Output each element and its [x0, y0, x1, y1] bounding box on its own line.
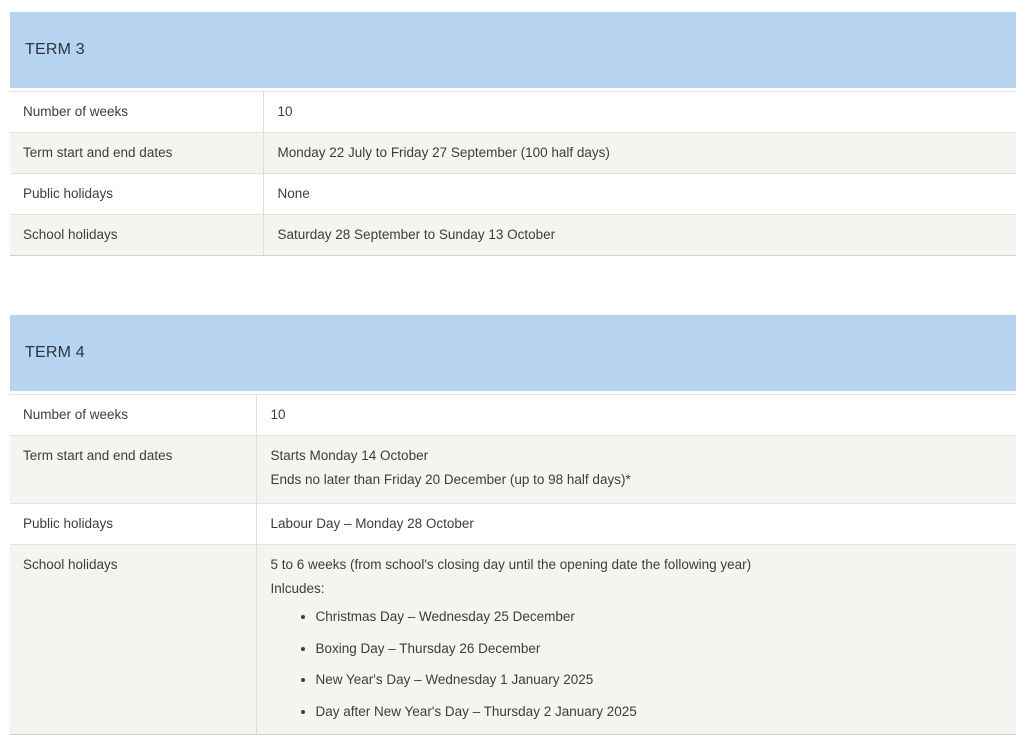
- table-row: Term start and end dates Monday 22 July …: [10, 132, 1016, 174]
- term4-title: TERM 4: [10, 315, 1016, 391]
- table-row: Public holidays Labour Day – Monday 28 O…: [10, 503, 1016, 545]
- term4-dates-value: Starts Monday 14 October Ends no later t…: [256, 435, 1016, 504]
- term3-title: TERM 3: [10, 12, 1016, 88]
- term4-includes-label: Inlcudes:: [270, 581, 325, 596]
- table-row: Term start and end dates Starts Monday 1…: [10, 435, 1016, 504]
- term3-school-holidays-label: School holidays: [10, 214, 264, 256]
- term4-end-date: Ends no later than Friday 20 December (u…: [270, 472, 631, 487]
- table-row: Number of weeks 10: [10, 91, 1016, 133]
- term3-dates-label: Term start and end dates: [10, 132, 264, 174]
- term4-header-row: TERM 4: [10, 315, 1016, 391]
- table-row: School holidays 5 to 6 weeks (from schoo…: [10, 544, 1016, 735]
- table-row: Public holidays None: [10, 173, 1016, 215]
- term3-public-holidays-value: None: [263, 173, 1016, 215]
- term3-school-holidays-value: Saturday 28 September to Sunday 13 Octob…: [263, 214, 1016, 256]
- table-row: School holidays Saturday 28 September to…: [10, 214, 1016, 256]
- list-item: Boxing Day – Thursday 26 December: [316, 637, 1005, 661]
- term4-weeks-label: Number of weeks: [10, 394, 257, 436]
- term3-table: TERM 3 Number of weeks 10 Term start and…: [10, 12, 1016, 256]
- term3-header-row: TERM 3: [10, 12, 1016, 88]
- term4-table: TERM 4 Number of weeks 10 Term start and…: [10, 315, 1016, 735]
- term4-school-holidays-label: School holidays: [10, 544, 257, 735]
- term4-school-holidays-value: 5 to 6 weeks (from school's closing day …: [256, 544, 1016, 735]
- term3-dates-value: Monday 22 July to Friday 27 September (1…: [263, 132, 1016, 174]
- term3-public-holidays-label: Public holidays: [10, 173, 264, 215]
- term4-weeks-value: 10: [256, 394, 1016, 436]
- term4-public-holidays-label: Public holidays: [10, 503, 257, 545]
- term4-holiday-duration: 5 to 6 weeks (from school's closing day …: [270, 557, 752, 572]
- list-item: Christmas Day – Wednesday 25 December: [316, 605, 1005, 629]
- list-item: New Year's Day – Wednesday 1 January 202…: [316, 668, 1005, 692]
- term3-weeks-value: 10: [263, 91, 1016, 133]
- table-row: Number of weeks 10: [10, 394, 1016, 436]
- term3-weeks-label: Number of weeks: [10, 91, 264, 133]
- term4-start-date: Starts Monday 14 October: [270, 448, 429, 463]
- list-item: Day after New Year's Day – Thursday 2 Ja…: [316, 700, 1005, 724]
- term4-dates-label: Term start and end dates: [10, 435, 257, 504]
- term4-public-holidays-value: Labour Day – Monday 28 October: [256, 503, 1016, 545]
- term4-holiday-list: Christmas Day – Wednesday 25 December Bo…: [271, 605, 1005, 724]
